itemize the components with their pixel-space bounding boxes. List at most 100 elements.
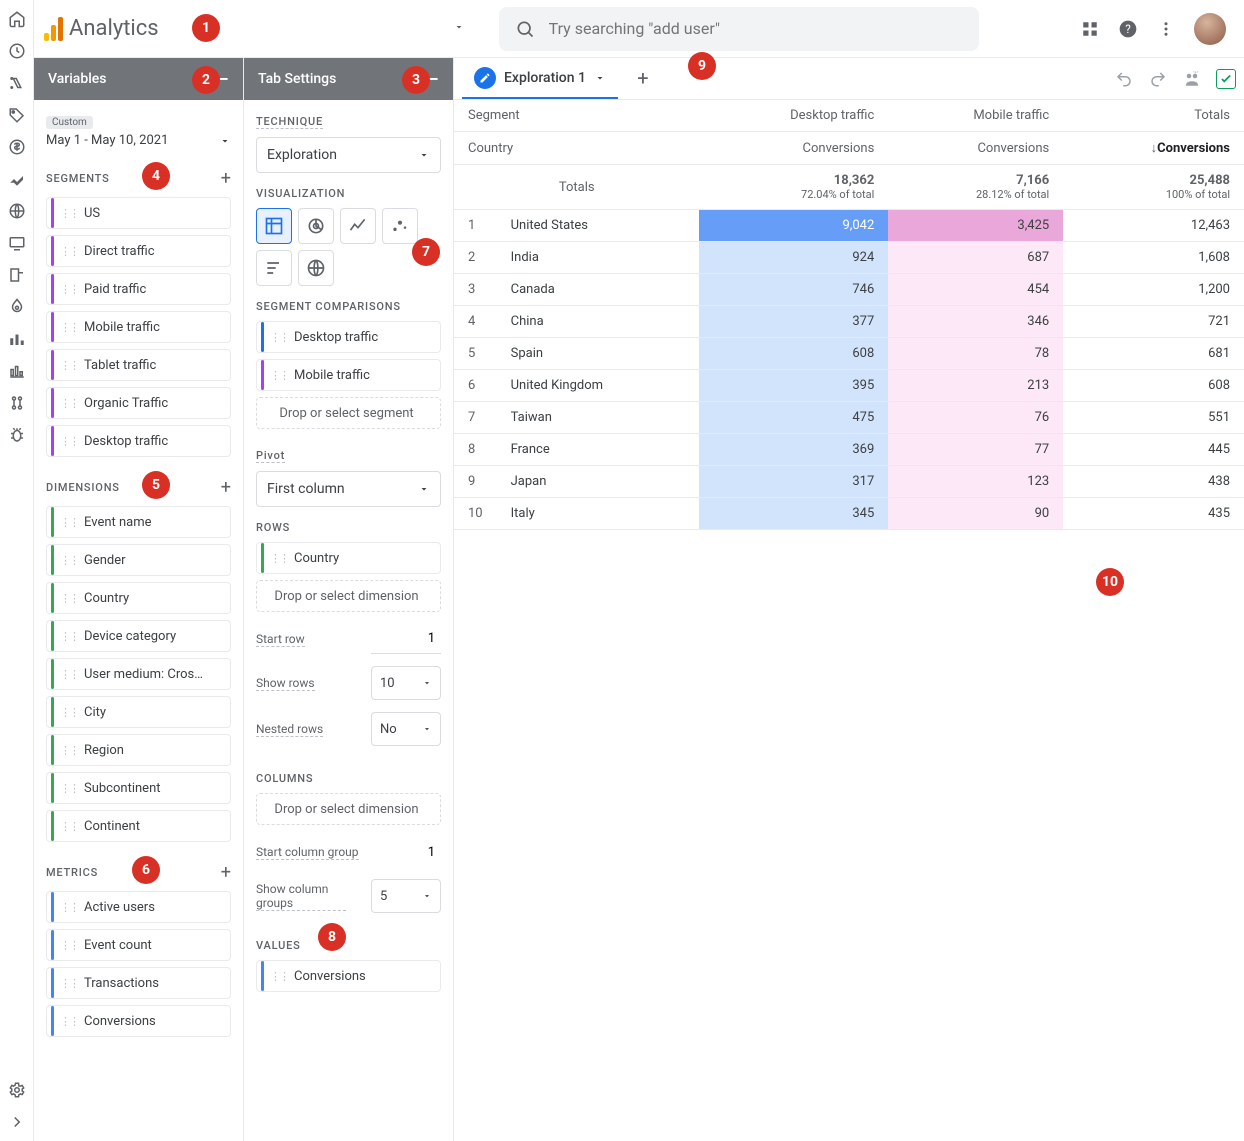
- search-input[interactable]: [547, 18, 963, 39]
- th-seg1[interactable]: Desktop traffic: [699, 100, 888, 132]
- dim-chip[interactable]: ⋮⋮Region: [46, 734, 231, 766]
- viz-geo-icon[interactable]: [298, 250, 334, 286]
- table-row[interactable]: 9 Japan 317 123 438: [454, 466, 1244, 498]
- table-row[interactable]: 1 United States 9,042 3,425 12,463: [454, 210, 1244, 242]
- dim-chip[interactable]: ⋮⋮Gender: [46, 544, 231, 576]
- dim-chip[interactable]: ⋮⋮Country: [256, 542, 441, 574]
- th-metric-2[interactable]: Conversions: [888, 132, 1063, 165]
- app-logo[interactable]: Analytics: [44, 16, 159, 41]
- events-icon[interactable]: [8, 266, 26, 284]
- seg-chip[interactable]: ⋮⋮Mobile traffic: [46, 311, 231, 343]
- home-icon[interactable]: [8, 10, 26, 28]
- seg-chip[interactable]: ⋮⋮Desktop traffic: [256, 321, 441, 353]
- drag-grip-icon: ⋮⋮: [60, 668, 78, 681]
- chip-label: Mobile traffic: [84, 320, 160, 335]
- start-row-input[interactable]: [371, 624, 441, 654]
- viz-line-icon[interactable]: [340, 208, 376, 244]
- viz-table-icon[interactable]: [256, 208, 292, 244]
- variables-title: Variables: [48, 71, 106, 87]
- redo-icon[interactable]: [1148, 69, 1168, 89]
- monetization-icon[interactable]: [8, 138, 26, 156]
- seg-chip[interactable]: ⋮⋮Tablet traffic: [46, 349, 231, 381]
- lifecycle-icon[interactable]: [8, 74, 26, 92]
- viz-scatter-icon[interactable]: [382, 208, 418, 244]
- dim-chip[interactable]: ⋮⋮Country: [46, 582, 231, 614]
- debug-icon[interactable]: [8, 426, 26, 444]
- technique-select[interactable]: Exploration: [256, 137, 441, 173]
- drop-row-dimension-zone[interactable]: Drop or select dimension: [256, 580, 441, 612]
- row-v2: 78: [888, 338, 1063, 370]
- show-rows-select[interactable]: 10: [371, 666, 441, 700]
- table-row[interactable]: 4 China 377 346 721: [454, 306, 1244, 338]
- tag-icon[interactable]: [8, 106, 26, 124]
- met-chip[interactable]: ⋮⋮Transactions: [46, 967, 231, 999]
- add-tab-button[interactable]: +: [622, 66, 664, 92]
- table-row[interactable]: 3 Canada 746 454 1,200: [454, 274, 1244, 306]
- th-totals[interactable]: Totals: [1063, 100, 1244, 132]
- analysis-icon[interactable]: [8, 362, 26, 380]
- row-total: 608: [1063, 370, 1244, 402]
- pivot-select[interactable]: First column: [256, 471, 441, 507]
- add-metric-button[interactable]: +: [221, 862, 231, 883]
- conversions-icon[interactable]: [8, 298, 26, 316]
- nested-rows-select[interactable]: No: [371, 712, 441, 746]
- more-icon[interactable]: [1156, 19, 1176, 39]
- table-row[interactable]: 6 United Kingdom 395 213 608: [454, 370, 1244, 402]
- property-dropdown-icon[interactable]: [453, 21, 465, 37]
- admin-icon[interactable]: [8, 1081, 26, 1099]
- seg-chip[interactable]: ⋮⋮Organic Traffic: [46, 387, 231, 419]
- apps-icon[interactable]: [1080, 19, 1100, 39]
- collapse-icon[interactable]: [8, 1113, 26, 1131]
- drop-segment-zone[interactable]: Drop or select segment: [256, 397, 441, 429]
- table-row[interactable]: 10 Italy 345 90 435: [454, 498, 1244, 530]
- add-dimension-button[interactable]: +: [221, 477, 231, 498]
- met-chip[interactable]: ⋮⋮Conversions: [46, 1005, 231, 1037]
- table-row[interactable]: 5 Spain 608 78 681: [454, 338, 1244, 370]
- start-col-input[interactable]: [371, 837, 441, 867]
- realtime-icon[interactable]: [8, 42, 26, 60]
- show-col-select[interactable]: 5: [371, 879, 441, 913]
- row-v1: 345: [699, 498, 888, 530]
- seg-chip[interactable]: ⋮⋮Desktop traffic: [46, 425, 231, 457]
- dim-chip[interactable]: ⋮⋮City: [46, 696, 231, 728]
- share-icon[interactable]: [1182, 69, 1202, 89]
- th-sort[interactable]: ↓Conversions: [1063, 132, 1244, 165]
- table-row[interactable]: 8 France 369 77 445: [454, 434, 1244, 466]
- met-chip[interactable]: ⋮⋮Active users: [46, 891, 231, 923]
- dim-chip[interactable]: ⋮⋮Subcontinent: [46, 772, 231, 804]
- retention-icon[interactable]: [8, 170, 26, 188]
- drop-col-dimension-zone[interactable]: Drop or select dimension: [256, 793, 441, 825]
- date-range-picker[interactable]: Custom May 1 - May 10, 2021: [46, 114, 231, 148]
- seg-chip[interactable]: ⋮⋮Mobile traffic: [256, 359, 441, 391]
- seg-chip[interactable]: ⋮⋮Direct traffic: [46, 235, 231, 267]
- met-chip[interactable]: ⋮⋮Event count: [46, 929, 231, 961]
- table-row[interactable]: 2 India 924 687 1,608: [454, 242, 1244, 274]
- chip-label: Country: [84, 591, 129, 606]
- table-row[interactable]: 7 Taiwan 475 76 551: [454, 402, 1244, 434]
- explore-icon[interactable]: [8, 330, 26, 348]
- tab-exploration-1[interactable]: Exploration 1: [462, 58, 618, 99]
- dim-chip[interactable]: ⋮⋮Device category: [46, 620, 231, 652]
- viz-bar-icon[interactable]: [256, 250, 292, 286]
- add-segment-button[interactable]: +: [221, 168, 231, 189]
- seg-chip[interactable]: ⋮⋮US: [46, 197, 231, 229]
- th-country[interactable]: Country: [454, 132, 699, 165]
- row-v1: 377: [699, 306, 888, 338]
- user-avatar[interactable]: [1194, 13, 1226, 45]
- demographics-icon[interactable]: [8, 202, 26, 220]
- dim-chip[interactable]: ⋮⋮Event name: [46, 506, 231, 538]
- search-box[interactable]: [499, 7, 979, 51]
- configure-icon[interactable]: [8, 394, 26, 412]
- callout-4: 4: [142, 162, 170, 190]
- dim-chip[interactable]: ⋮⋮Continent: [46, 810, 231, 842]
- seg-chip[interactable]: ⋮⋮Paid traffic: [46, 273, 231, 305]
- dim-chip[interactable]: ⋮⋮User medium: Cros…: [46, 658, 231, 690]
- th-seg2[interactable]: Mobile traffic: [888, 100, 1063, 132]
- help-icon[interactable]: ?: [1118, 19, 1138, 39]
- export-icon[interactable]: [1216, 69, 1236, 89]
- tech-icon[interactable]: [8, 234, 26, 252]
- undo-icon[interactable]: [1114, 69, 1134, 89]
- met-chip[interactable]: ⋮⋮Conversions: [256, 960, 441, 992]
- th-metric-1[interactable]: Conversions: [699, 132, 888, 165]
- viz-donut-icon[interactable]: [298, 208, 334, 244]
